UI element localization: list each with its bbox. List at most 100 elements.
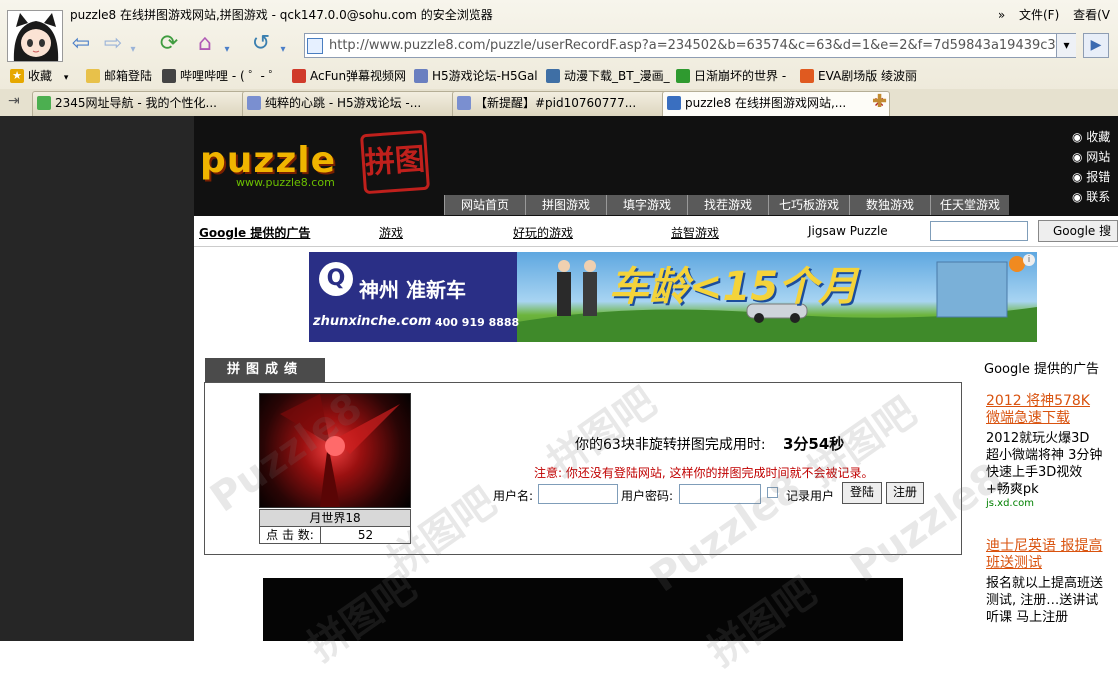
window-title: puzzle8 在线拼图游戏网站,拼图游戏 - qck147.0.0@sohu.… — [70, 8, 493, 22]
side-ads-header[interactable]: Google 提供的广告 — [984, 358, 1099, 377]
banner-phone: 400 919 8888 — [435, 316, 520, 329]
puzzle-thumbnail[interactable] — [259, 393, 411, 508]
favorites-bar: ★ 收藏 ▾ 邮箱登陆 哔哩哔哩 - ( ゜- ゜ AcFun弹幕视频网 H5游戏… — [0, 64, 1118, 88]
favorite-item[interactable]: H5游戏论坛-H5Gal — [412, 66, 538, 86]
address-dropdown-icon[interactable]: ▾ — [1056, 34, 1076, 57]
side-ad-title[interactable]: 迪士尼英语 报提高班送测试 — [986, 538, 1106, 572]
chevron-down-icon: ▾ — [63, 73, 69, 83]
finish-time: 3分54秒 — [783, 435, 845, 453]
menu-view[interactable]: 查看(V — [1073, 8, 1110, 22]
username-input[interactable] — [538, 484, 618, 504]
favorite-item[interactable]: 哔哩哔哩 - ( ゜- ゜ — [160, 66, 281, 86]
menu-bar: » 文件(F) 查看(V — [988, 6, 1110, 23]
tab-favicon-icon — [247, 96, 261, 110]
password-input[interactable] — [679, 484, 761, 504]
tab-favicon-icon — [667, 96, 681, 110]
tab-favicon-icon — [37, 96, 51, 110]
nav-jigsaw[interactable]: 拼图游戏 — [525, 195, 606, 215]
banner-brand: 神州 准新车 — [359, 278, 466, 302]
h5-forum-icon — [414, 69, 428, 83]
banner-ad[interactable]: Q 神州 准新车 zhunxinche.com 400 919 8888 车龄<… — [309, 252, 1037, 342]
google-ads-label[interactable]: Google 提供的广告 — [199, 224, 310, 241]
side-ad-body: 2012就玩火爆3D 超小微端将神 3分钟快速上手3D视效+畅爽pk — [986, 431, 1103, 497]
side-ad-body: 报名就以上提高班送测试, 注册…送讲试听课 马上注册 — [986, 576, 1104, 625]
folder-icon — [86, 69, 100, 83]
favorite-item[interactable]: EVA剧场版 绫波丽 — [798, 66, 917, 86]
hits-value: 52 — [320, 526, 411, 544]
go-arrow-icon[interactable]: ▶ — [1083, 33, 1109, 58]
star-icon: ★ — [10, 69, 24, 83]
left-dark-panel — [0, 116, 194, 641]
finish-message: 你的63块非旋转拼图完成用时: — [575, 437, 766, 453]
top-link-site[interactable]: ◉ 网站 — [1072, 148, 1110, 168]
site-logo[interactable]: puzzle — [200, 140, 336, 181]
tab-new-reminder[interactable]: 【新提醒】#pid10760777...✕ — [452, 91, 682, 116]
remember-checkbox[interactable] — [767, 487, 778, 498]
page-favicon-icon — [307, 38, 323, 54]
favorite-item[interactable]: 动漫下载_BT_漫画_ — [544, 66, 670, 86]
tab-puzzle8-active[interactable]: puzzle8 在线拼图游戏网站,... ✕ — [662, 91, 890, 116]
site-logo-url: www.puzzle8.com — [236, 176, 335, 189]
login-notice: 注意: 你还没有登陆网站, 这样你的拼图完成时间就不会被记录。 — [534, 466, 874, 480]
site-logo-cn[interactable]: 拼图 — [359, 129, 431, 195]
game-area[interactable] — [263, 578, 903, 641]
forward-arrow-icon[interactable]: ⇨ — [98, 30, 128, 58]
nav-crossword[interactable]: 填字游戏 — [606, 195, 687, 215]
ad-link-games[interactable]: 游戏 — [379, 224, 403, 241]
tab-h5-forum[interactable]: 纯粹的心跳 - H5游戏论坛 -...✕ — [242, 91, 472, 116]
side-ad-url[interactable]: js.xd.com — [986, 498, 1034, 509]
login-button[interactable]: 登陆 — [842, 482, 882, 504]
tab-favicon-icon — [457, 96, 471, 110]
username-label: 用户名: — [493, 489, 534, 503]
banner-slogan: 车龄<15个月 — [609, 264, 859, 310]
top-links: ◉ 收藏 ◉ 网站 ◉ 报错 ◉ 联系 — [1072, 128, 1110, 208]
top-link-favorite[interactable]: ◉ 收藏 — [1072, 128, 1110, 148]
ad-link-fun-games[interactable]: 好玩的游戏 — [513, 224, 573, 241]
address-bar[interactable]: http://www.puzzle8.com/puzzle/userRecord… — [304, 33, 1076, 58]
home-dropdown-icon[interactable]: ▾ — [220, 36, 234, 64]
google-search-button[interactable]: Google 搜 — [1038, 220, 1118, 242]
undo-close-tab-icon[interactable]: ↺ — [246, 30, 276, 58]
refresh-icon[interactable]: ⟳ — [154, 30, 184, 58]
sidebar-toggle-icon[interactable]: ⇥ — [8, 93, 26, 111]
puzzle-name[interactable]: 月世界18 — [259, 509, 411, 527]
favorite-item[interactable]: AcFun弹幕视频网 — [290, 66, 406, 86]
register-button[interactable]: 注册 — [886, 482, 924, 504]
nav-home[interactable]: 网站首页 — [444, 195, 525, 215]
user-avatar[interactable] — [7, 10, 63, 62]
forward-dropdown-icon[interactable]: ▾ — [126, 36, 140, 64]
menu-chevron-icon[interactable]: » — [998, 8, 1005, 22]
remember-label: 记录用户 — [786, 489, 835, 503]
top-link-report[interactable]: ◉ 报错 — [1072, 168, 1110, 188]
tab-bar: ⇥ 2345网址导航 - 我的个性化...✕ 纯粹的心跳 - H5游戏论坛 -.… — [0, 89, 1118, 116]
favorite-item[interactable]: 邮箱登陆 — [84, 66, 152, 86]
favorites-menu[interactable]: ★ 收藏 ▾ — [8, 66, 68, 86]
password-label: 用户密码: — [621, 489, 674, 503]
menu-file[interactable]: 文件(F) — [1019, 8, 1059, 22]
nav-nintendo[interactable]: 任天堂游戏 — [930, 195, 1009, 215]
record-panel-tab: 拼图成绩 — [205, 358, 325, 382]
nav-sudoku[interactable]: 数独游戏 — [849, 195, 930, 215]
acfun-icon — [292, 69, 306, 83]
tab-2345[interactable]: 2345网址导航 - 我的个性化...✕ — [32, 91, 262, 116]
banner-brand-logo: Q — [319, 262, 353, 296]
banner-site: zhunxinche.com — [313, 314, 432, 329]
ad-link-jigsaw[interactable]: Jigsaw Puzzle — [808, 224, 888, 238]
favorite-item[interactable]: 日渐崩坏的世界 - — [674, 66, 786, 86]
back-arrow-icon[interactable]: ⇦ — [66, 30, 96, 58]
nav-spot-difference[interactable]: 找茬游戏 — [687, 195, 768, 215]
hits-label: 点 击 数: — [259, 526, 321, 544]
top-link-contact[interactable]: ◉ 联系 — [1072, 188, 1110, 208]
home-icon[interactable]: ⌂ — [190, 30, 220, 58]
eva-icon — [800, 69, 814, 83]
download-site-icon — [546, 69, 560, 83]
puzzle-thumbnail-image — [280, 394, 400, 507]
ad-link-puzzle-games[interactable]: 益智游戏 — [671, 224, 719, 241]
ad-info-icon[interactable]: i — [1023, 254, 1035, 266]
bilibili-icon — [162, 69, 176, 83]
new-tab-icon[interactable]: ✚ — [872, 91, 887, 112]
nav-tangram[interactable]: 七巧板游戏 — [768, 195, 849, 215]
side-ad-title[interactable]: 2012 将神578K 微端急速下载 — [986, 393, 1106, 427]
google-search-input[interactable] — [930, 221, 1028, 241]
undo-dropdown-icon[interactable]: ▾ — [276, 36, 290, 64]
